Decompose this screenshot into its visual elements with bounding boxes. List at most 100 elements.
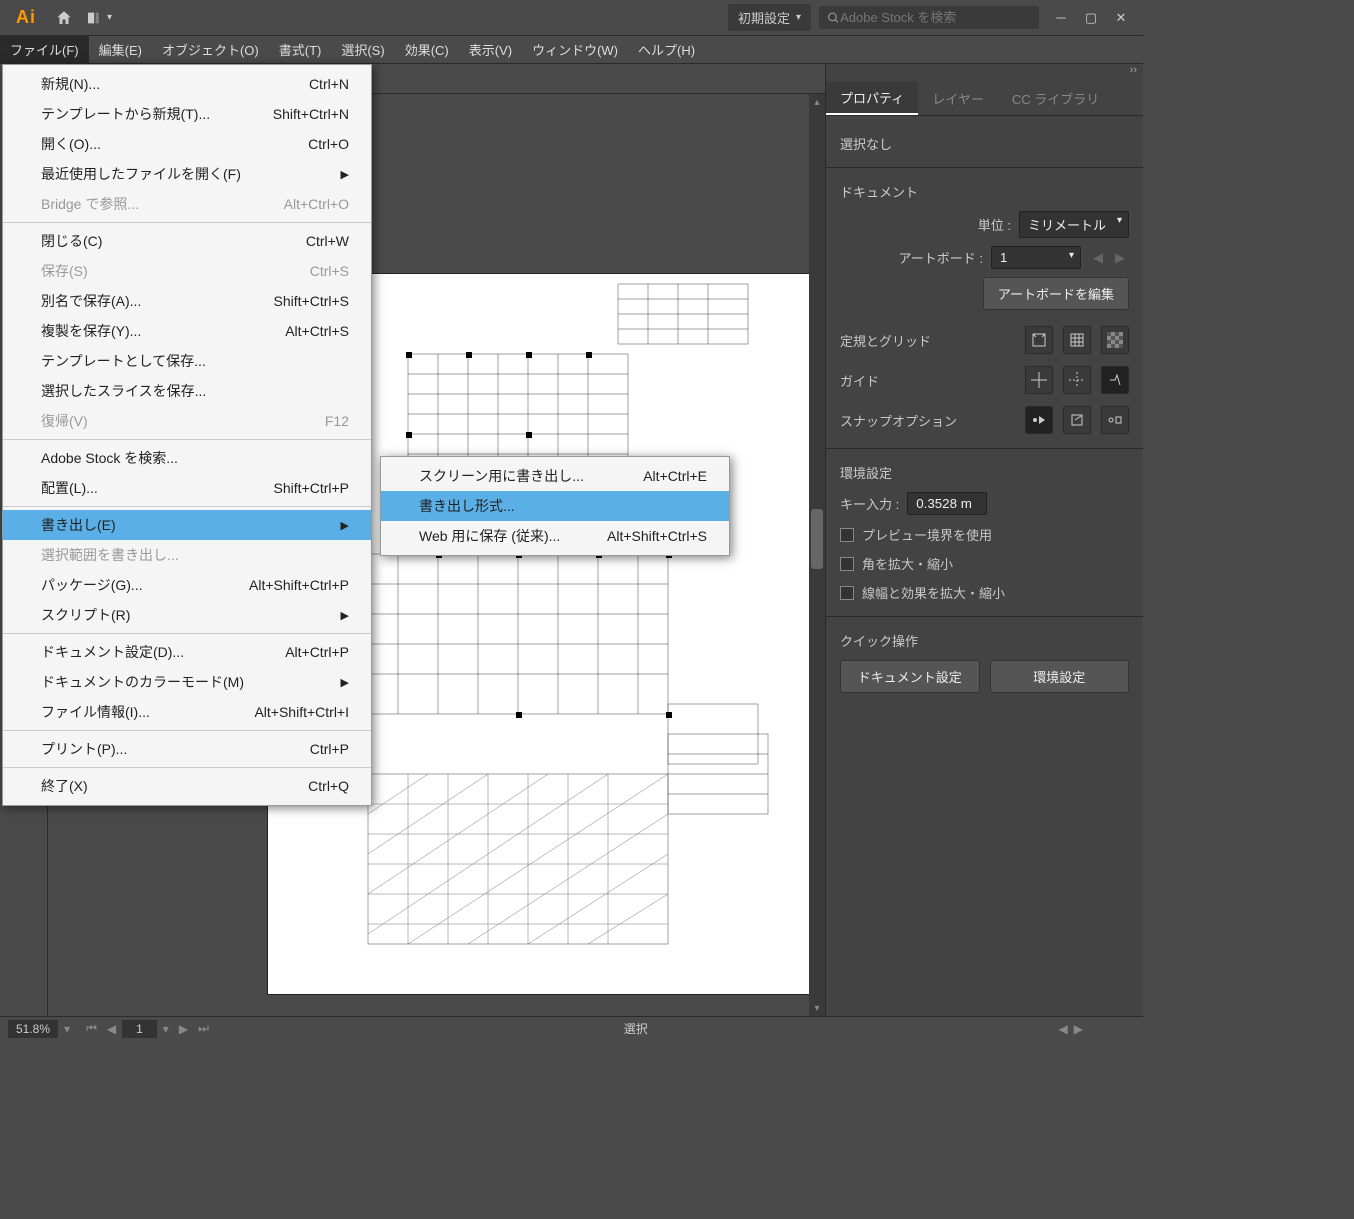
tab-cc-libraries[interactable]: CC ライブラリ xyxy=(998,82,1113,115)
page-number[interactable]: 1 xyxy=(122,1020,157,1038)
status-scroll-right-icon[interactable]: ▶ xyxy=(1074,1022,1083,1036)
unit-label: 単位 : xyxy=(978,215,1011,234)
ruler-grid-label: 定規とグリッド xyxy=(840,331,1015,350)
file-menu-item-20[interactable]: スクリプト(R)▶ xyxy=(3,600,371,630)
file-menu-item-28[interactable]: 終了(X)Ctrl+Q xyxy=(3,771,371,801)
file-menu-item-7: 保存(S)Ctrl+S xyxy=(3,256,371,286)
submenu-arrow-icon: ▶ xyxy=(341,676,349,689)
guide-lock-icon[interactable] xyxy=(1063,366,1091,394)
zoom-chevron-icon[interactable]: ▾ xyxy=(58,1022,76,1036)
snap-label: スナップオプション xyxy=(840,411,1015,430)
menu-select[interactable]: 選択(S) xyxy=(331,36,394,63)
snap-point-icon[interactable] xyxy=(1025,406,1053,434)
unit-select[interactable]: ミリメートル xyxy=(1019,211,1129,238)
export-submenu-item-1[interactable]: 書き出し形式... xyxy=(381,491,729,521)
titlebar: Ai ▾ 初期設定▾ ─ ▢ ✕ xyxy=(0,0,1143,36)
file-menu-item-2[interactable]: 開く(O)...Ctrl+O xyxy=(3,129,371,159)
artboard-label: アートボード : xyxy=(899,248,983,267)
file-menu-item-6[interactable]: 閉じる(C)Ctrl+W xyxy=(3,226,371,256)
tab-layers[interactable]: レイヤー xyxy=(918,82,998,115)
prefs-button[interactable]: 環境設定 xyxy=(990,660,1130,693)
export-submenu-item-0[interactable]: スクリーン用に書き出し...Alt+Ctrl+E xyxy=(381,461,729,491)
view-switcher-icon[interactable]: ▾ xyxy=(88,6,112,30)
file-menu-item-15[interactable]: 配置(L)...Shift+Ctrl+P xyxy=(3,473,371,503)
file-menu-item-26[interactable]: プリント(P)...Ctrl+P xyxy=(3,734,371,764)
submenu-arrow-icon: ▶ xyxy=(341,519,349,532)
checkbox-scale-strokes[interactable]: 線幅と効果を拡大・縮小 xyxy=(840,583,1129,602)
panel-expand-icon[interactable]: ›› xyxy=(826,64,1143,82)
nav-first-icon[interactable]: ⏮ xyxy=(82,1021,101,1036)
file-menu-item-17[interactable]: 書き出し(E)▶ xyxy=(3,510,371,540)
ruler-icon[interactable] xyxy=(1025,326,1053,354)
checkbox-scale-corners[interactable]: 角を拡大・縮小 xyxy=(840,554,1129,573)
menu-type[interactable]: 書式(T) xyxy=(269,36,332,63)
file-menu-item-8[interactable]: 別名で保存(A)...Shift+Ctrl+S xyxy=(3,286,371,316)
menu-effect[interactable]: 効果(C) xyxy=(395,36,459,63)
nav-last-icon[interactable]: ⏭ xyxy=(194,1021,213,1036)
home-icon[interactable] xyxy=(52,6,76,30)
file-menu-item-18: 選択範囲を書き出し... xyxy=(3,540,371,570)
menu-file[interactable]: ファイル(F) xyxy=(0,36,89,63)
snap-grid-icon[interactable] xyxy=(1101,406,1129,434)
file-menu-item-0[interactable]: 新規(N)...Ctrl+N xyxy=(3,69,371,99)
panel-tabs: プロパティ レイヤー CC ライブラリ xyxy=(826,82,1143,116)
file-menu-item-19[interactable]: パッケージ(G)...Alt+Shift+Ctrl+P xyxy=(3,570,371,600)
file-menu-item-10[interactable]: テンプレートとして保存... xyxy=(3,346,371,376)
status-tool-label: 選択 xyxy=(213,1020,1059,1037)
statusbar: 51.8% ▾ ⏮ ◀ 1 ▾ ▶ ⏭ 選択 ◀ ▶ xyxy=(0,1016,1143,1040)
export-submenu-popup: スクリーン用に書き出し...Alt+Ctrl+E書き出し形式...Web 用に保… xyxy=(380,456,730,556)
tab-properties[interactable]: プロパティ xyxy=(826,82,918,115)
guide-label: ガイド xyxy=(840,371,1015,390)
artboard-prev-icon[interactable]: ◀ xyxy=(1089,250,1107,266)
page-chevron-icon[interactable]: ▾ xyxy=(159,1022,173,1036)
scrollbar-vertical[interactable]: ▴▾ xyxy=(809,94,825,1016)
properties-panel: ›› プロパティ レイヤー CC ライブラリ 選択なし ドキュメント 単位 : … xyxy=(825,64,1143,1016)
file-menu-item-14[interactable]: Adobe Stock を検索... xyxy=(3,443,371,473)
file-menu-item-11[interactable]: 選択したスライスを保存... xyxy=(3,376,371,406)
file-menu-item-12: 復帰(V)F12 xyxy=(3,406,371,436)
doc-settings-button[interactable]: ドキュメント設定 xyxy=(840,660,980,693)
submenu-arrow-icon: ▶ xyxy=(341,609,349,622)
key-input-label: キー入力 : xyxy=(840,494,899,513)
artboard-select[interactable]: 1 xyxy=(991,246,1081,269)
artboard-next-icon[interactable]: ▶ xyxy=(1111,250,1129,266)
file-menu-item-9[interactable]: 複製を保存(Y)...Alt+Ctrl+S xyxy=(3,316,371,346)
minimize-icon[interactable]: ─ xyxy=(1047,6,1075,30)
document-section-label: ドキュメント xyxy=(840,182,1129,201)
file-menu-item-1[interactable]: テンプレートから新規(T)...Shift+Ctrl+N xyxy=(3,99,371,129)
menu-object[interactable]: オブジェクト(O) xyxy=(152,36,269,63)
search-icon xyxy=(827,11,840,25)
menu-help[interactable]: ヘルプ(H) xyxy=(628,36,705,63)
grid-icon[interactable] xyxy=(1063,326,1091,354)
file-menu-item-22[interactable]: ドキュメント設定(D)...Alt+Ctrl+P xyxy=(3,637,371,667)
file-menu-item-4: Bridge で参照...Alt+Ctrl+O xyxy=(3,189,371,219)
checkbox-preview-bounds[interactable]: プレビュー境界を使用 xyxy=(840,525,1129,544)
maximize-icon[interactable]: ▢ xyxy=(1077,6,1105,30)
menu-edit[interactable]: 編集(E) xyxy=(89,36,152,63)
quick-actions-label: クイック操作 xyxy=(840,631,1129,650)
file-menu-popup: 新規(N)...Ctrl+Nテンプレートから新規(T)...Shift+Ctrl… xyxy=(2,64,372,806)
nav-next-icon[interactable]: ▶ xyxy=(175,1022,192,1036)
close-icon[interactable]: ✕ xyxy=(1107,6,1135,30)
file-menu-item-3[interactable]: 最近使用したファイルを開く(F)▶ xyxy=(3,159,371,189)
menubar: ファイル(F) 編集(E) オブジェクト(O) 書式(T) 選択(S) 効果(C… xyxy=(0,36,1143,64)
smart-guide-icon[interactable] xyxy=(1101,366,1129,394)
zoom-level[interactable]: 51.8% xyxy=(8,1020,58,1038)
edit-artboard-button[interactable]: アートボードを編集 xyxy=(983,277,1129,310)
file-menu-item-23[interactable]: ドキュメントのカラーモード(M)▶ xyxy=(3,667,371,697)
export-submenu-item-2[interactable]: Web 用に保存 (従来)...Alt+Shift+Ctrl+S xyxy=(381,521,729,551)
menu-view[interactable]: 表示(V) xyxy=(459,36,522,63)
menu-window[interactable]: ウィンドウ(W) xyxy=(522,36,628,63)
selection-status: 選択なし xyxy=(840,134,1129,153)
search-box[interactable] xyxy=(819,6,1039,29)
guide-show-icon[interactable] xyxy=(1025,366,1053,394)
status-scroll-left-icon[interactable]: ◀ xyxy=(1059,1022,1068,1036)
nav-prev-icon[interactable]: ◀ xyxy=(103,1022,120,1036)
file-menu-item-24[interactable]: ファイル情報(I)...Alt+Shift+Ctrl+I xyxy=(3,697,371,727)
search-input[interactable] xyxy=(840,10,1031,25)
transparency-grid-icon[interactable] xyxy=(1101,326,1129,354)
submenu-arrow-icon: ▶ xyxy=(341,168,349,181)
workspace-dropdown[interactable]: 初期設定▾ xyxy=(728,4,811,31)
key-input-field[interactable] xyxy=(907,492,987,515)
snap-pixel-icon[interactable] xyxy=(1063,406,1091,434)
